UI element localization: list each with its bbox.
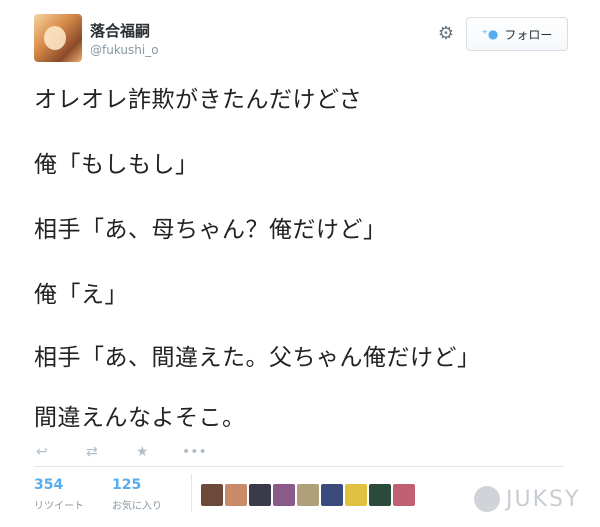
- favoriter-avatar[interactable]: [225, 484, 247, 506]
- gear-icon[interactable]: ⚙: [436, 24, 456, 44]
- follow-label: フォロー: [504, 27, 553, 42]
- reply-icon[interactable]: ↩: [36, 444, 48, 460]
- add-user-icon: ⁺●: [481, 27, 499, 41]
- tweet-line: 相手「あ、母ちゃん？俺だけど」: [34, 217, 387, 243]
- follow-button[interactable]: ⁺● フォロー: [466, 17, 568, 51]
- tweet-actions: ↩ ⇄ ★ •••: [34, 444, 234, 464]
- watermark: JUKSY: [474, 486, 580, 512]
- retweet-icon[interactable]: ⇄: [86, 444, 98, 460]
- tweet-line: 相手「あ、間違えた。父ちゃん俺だけど」: [34, 345, 481, 371]
- avatar[interactable]: [34, 14, 82, 62]
- favoriter-avatar[interactable]: [369, 484, 391, 506]
- tweet-line: 間違えんなよそこ。: [34, 405, 246, 431]
- tweet-line: 俺「え」: [34, 282, 128, 308]
- retweet-label: リツイート: [34, 501, 84, 512]
- favoriter-avatar[interactable]: [345, 484, 367, 506]
- stats-separator: [191, 474, 192, 512]
- divider: [34, 466, 564, 467]
- display-name[interactable]: 落合福嗣: [90, 20, 150, 41]
- watermark-text: JUKSY: [506, 486, 581, 512]
- favorite-count[interactable]: 125: [112, 477, 141, 493]
- star-icon[interactable]: ★: [136, 444, 149, 460]
- favoriter-avatar[interactable]: [321, 484, 343, 506]
- favoriter-avatar[interactable]: [249, 484, 271, 506]
- tweet-line: オレオレ詐欺がきたんだけどさ: [34, 87, 363, 113]
- favoriter-avatar[interactable]: [393, 484, 415, 506]
- more-icon[interactable]: •••: [182, 444, 207, 460]
- watermark-logo-icon: [474, 486, 500, 512]
- favorited-by-avatars: [201, 484, 415, 506]
- favoriter-avatar[interactable]: [273, 484, 295, 506]
- favoriter-avatar[interactable]: [297, 484, 319, 506]
- favorite-label: お気に入り: [112, 501, 162, 512]
- favoriter-avatar[interactable]: [201, 484, 223, 506]
- screen-name[interactable]: @fukushi_o: [90, 43, 159, 57]
- retweet-count[interactable]: 354: [34, 477, 63, 493]
- tweet-line: 俺「もしもし」: [34, 152, 199, 178]
